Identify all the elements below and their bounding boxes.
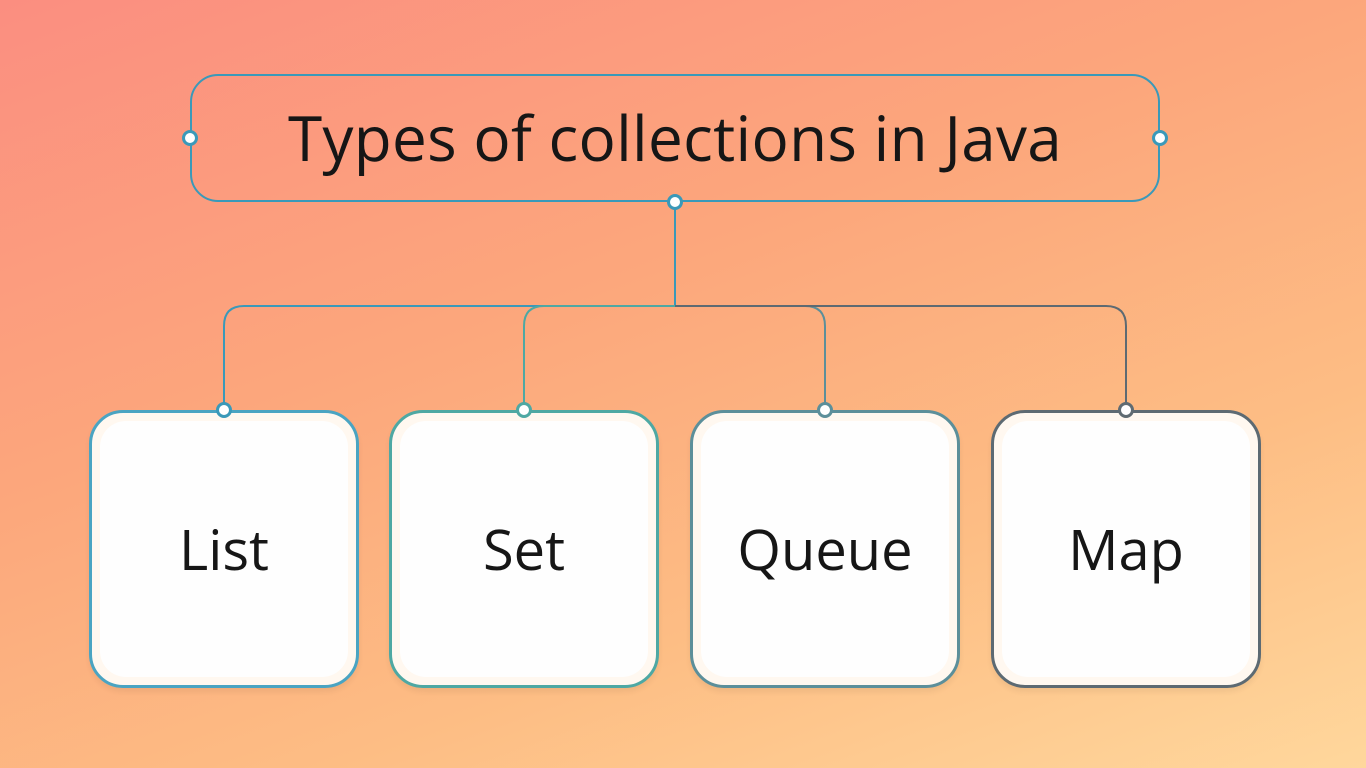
anchor-dot-bottom-icon: [667, 194, 683, 210]
node-inner: Map: [1002, 421, 1250, 677]
node-map: Map: [991, 410, 1261, 688]
node-queue: Queue: [690, 410, 960, 688]
anchor-dot-node-icon: [1118, 402, 1134, 418]
diagram-canvas: Types of collections in Java List Set Qu…: [0, 0, 1366, 768]
node-list: List: [89, 410, 359, 688]
node-label: Set: [483, 511, 565, 587]
node-inner: List: [100, 421, 348, 677]
node-set: Set: [389, 410, 659, 688]
root-node: Types of collections in Java: [190, 74, 1160, 202]
node-label: List: [179, 511, 269, 587]
node-label: Queue: [737, 511, 912, 587]
anchor-dot-right-icon: [1152, 130, 1168, 146]
anchor-dot-node-icon: [516, 402, 532, 418]
node-inner: Set: [400, 421, 648, 677]
anchor-dot-node-icon: [817, 402, 833, 418]
node-inner: Queue: [701, 421, 949, 677]
anchor-dot-node-icon: [216, 402, 232, 418]
anchor-dot-left-icon: [182, 130, 198, 146]
node-label: Map: [1068, 511, 1184, 587]
root-title: Types of collections in Java: [288, 96, 1062, 180]
